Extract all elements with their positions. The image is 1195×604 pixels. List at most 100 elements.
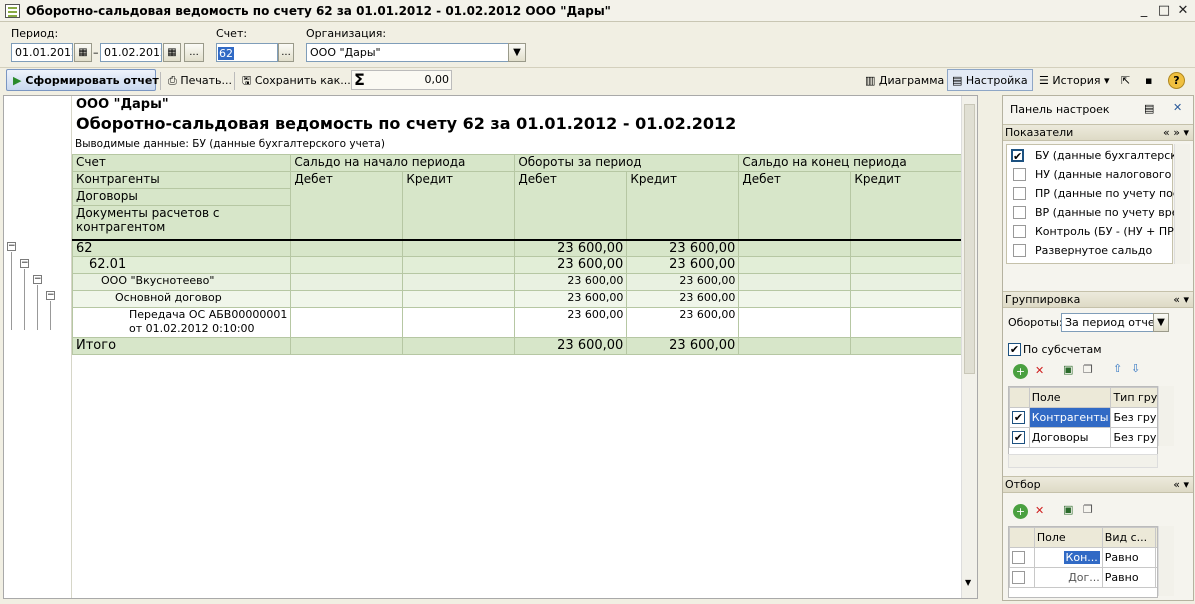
subaccounts-label: По субсчетам (1023, 343, 1102, 356)
section-arrows-icon[interactable]: « ▾ (1173, 477, 1189, 492)
indicators-header[interactable]: Показатели « » ▾ (1003, 124, 1193, 141)
section-arrows-icon[interactable]: « » ▾ (1163, 125, 1189, 140)
row-checkbox[interactable]: ✔ (1012, 411, 1025, 424)
date-to-field[interactable]: 01.02.2012 (100, 43, 162, 62)
calendar-from-icon[interactable]: ▦ (74, 43, 92, 62)
tree-line (11, 252, 12, 330)
generate-report-button[interactable]: ▶ Сформировать отчет (6, 69, 159, 91)
collapse-icon[interactable]: − (7, 242, 16, 251)
filter-header[interactable]: Отбор « ▾ (1003, 476, 1193, 493)
indicators-scrollbar[interactable] (1174, 144, 1190, 264)
settings-button[interactable]: ▤ Настройка (947, 69, 1033, 91)
table-row[interactable]: 62 23 600,00 23 600,00 (71, 239, 964, 257)
close-icon[interactable]: ✕ (1175, 3, 1191, 19)
doc-name: Передача ОС АБВ00000001 (129, 308, 288, 321)
date-from-field[interactable]: 01.01.2012 (11, 43, 73, 62)
calendar-to-icon[interactable]: ▦ (163, 43, 181, 62)
diagram-label: Диаграмма (878, 74, 945, 87)
filter-grid: ПолеВид с...Зн Кон...Равно Дог...Равно (1008, 526, 1158, 598)
settings-panel: Панель настроек ▤ ✕ Показатели « » ▾ ✔ БУ … (1002, 95, 1194, 601)
account-field[interactable]: 62 (216, 43, 278, 62)
subaccounts-checkbox[interactable]: ✔ (1008, 343, 1021, 356)
filter-scrollbar[interactable] (1158, 526, 1174, 596)
output-icon[interactable]: ⇱ (1116, 69, 1135, 93)
help-icon[interactable]: ? (1168, 72, 1185, 89)
section-arrows-icon[interactable]: « ▾ (1173, 292, 1189, 307)
org-select[interactable]: ООО "Дары" (306, 43, 526, 62)
pin-icon[interactable]: ▪ (1140, 69, 1157, 93)
row-kind: Равно (1101, 547, 1157, 568)
save-as-button[interactable]: 🖫 Сохранить как... (237, 69, 356, 93)
table-row[interactable]: Основной договор 23 600,00 23 600,00 (71, 290, 964, 308)
panel-close-icon[interactable]: ✕ (1173, 101, 1182, 114)
collapse-icon[interactable]: − (20, 259, 29, 268)
row-checkbox[interactable] (1012, 551, 1025, 564)
table-row[interactable]: 62.01 23 600,00 23 600,00 (71, 256, 964, 274)
table-row[interactable]: ООО "Вкуснотеево" 23 600,00 23 600,00 (71, 273, 964, 291)
save-as-label: Сохранить как... (254, 74, 351, 87)
group-icon[interactable]: ▣ (1063, 363, 1073, 376)
row-kind: Равно (1101, 567, 1157, 588)
checkbox[interactable] (1013, 225, 1026, 238)
diagram-button[interactable]: ▥ Диаграмма (860, 69, 949, 93)
grid-row[interactable]: Кон... Равно (1009, 547, 1157, 568)
checkbox[interactable] (1013, 244, 1026, 257)
grouping-header[interactable]: Группировка « ▾ (1003, 291, 1193, 308)
collapse-icon[interactable]: − (33, 275, 42, 284)
indicator-label: Контроль (БУ - (НУ + ПР... (1035, 225, 1185, 238)
move-up-icon[interactable]: ⇧ (1113, 362, 1122, 375)
grouping-scrollbar[interactable] (1158, 386, 1174, 446)
report-gutter (4, 96, 72, 598)
period-label: Период: (11, 27, 59, 40)
grouping-grid: ПолеТип групп ✔КонтрагентыБез групп ✔Дог… (1008, 386, 1158, 458)
minimize-icon[interactable]: _ (1136, 3, 1152, 19)
scrollbar-thumb[interactable] (964, 104, 975, 374)
grid-row[interactable]: ✔КонтрагентыБез групп (1009, 407, 1157, 428)
delete-icon[interactable]: ✕ (1035, 364, 1044, 377)
report-area[interactable]: ООО "Дары" Оборотно-сальдовая ведомость … (3, 95, 978, 599)
org-dropdown-icon[interactable]: ▼ (508, 43, 526, 62)
group-icon[interactable]: ▣ (1063, 503, 1073, 516)
row-field: Кон... (1063, 551, 1100, 564)
copy-icon[interactable]: ❐ (1083, 503, 1093, 516)
col-field: Поле (1028, 387, 1112, 408)
add-icon[interactable]: + (1013, 504, 1028, 519)
checkbox[interactable] (1013, 168, 1026, 181)
total-row[interactable]: Итого 23 600,00 23 600,00 (71, 337, 964, 355)
col-kind: Вид с... (1101, 527, 1157, 548)
row-checkbox[interactable]: ✔ (1012, 431, 1025, 444)
grid-row[interactable]: ✔ДоговорыБез групп (1009, 427, 1157, 448)
row-checkbox[interactable] (1012, 571, 1025, 584)
maximize-icon[interactable]: □ (1156, 3, 1172, 19)
add-icon[interactable]: + (1013, 364, 1028, 379)
row-type: Без групп (1110, 407, 1157, 428)
panel-settings-icon[interactable]: ▤ (1144, 102, 1154, 115)
collapse-icon[interactable]: − (46, 291, 55, 300)
toolbar-separator (160, 72, 161, 90)
turnover-debit: 23 600,00 (514, 256, 628, 274)
print-button[interactable]: ⎙ Печать... (163, 69, 237, 93)
checkbox[interactable] (1013, 206, 1026, 219)
indicator-label: ПР (данные по учету пос... (1035, 187, 1190, 200)
copy-icon[interactable]: ❐ (1083, 363, 1093, 376)
header-docs: Документы расчетов с контрагентом (71, 205, 292, 240)
table-row[interactable]: Передача ОС АБВ00000001 от 01.02.2012 0:1… (71, 307, 964, 338)
move-down-icon[interactable]: ⇩ (1131, 362, 1140, 375)
sum-field: Σ 0,00 (351, 70, 452, 90)
sum-value: 0,00 (424, 73, 450, 86)
history-button[interactable]: ☰ История ▾ (1034, 69, 1115, 93)
history-icon: ☰ (1039, 74, 1049, 87)
account-choose-button[interactable]: ... (278, 43, 294, 62)
grid-row[interactable]: Дог... Равно (1009, 567, 1157, 588)
play-icon: ▶ (13, 74, 22, 87)
grouping-hscrollbar[interactable] (1008, 454, 1158, 468)
delete-icon[interactable]: ✕ (1035, 504, 1044, 517)
period-choose-button[interactable]: ... (184, 43, 204, 62)
scroll-down-icon[interactable]: ▼ (965, 578, 971, 587)
turnover-dropdown-icon[interactable]: ▼ (1153, 313, 1169, 332)
header-credit: Кредит (626, 171, 740, 240)
checkbox[interactable] (1013, 187, 1026, 200)
checkbox-checked[interactable]: ✔ (1011, 149, 1024, 162)
chevron-down-icon: ▾ (1104, 74, 1110, 87)
report-scrollbar[interactable]: ▼ (961, 96, 977, 598)
